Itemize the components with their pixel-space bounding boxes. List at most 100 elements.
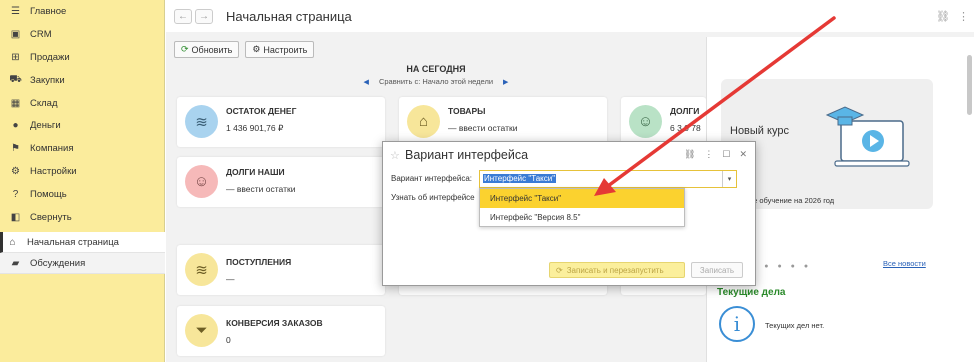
sidebar-item-label: Настройки — [30, 166, 77, 178]
sidebar-item-3[interactable]: ⛟ Закупки — [0, 69, 164, 92]
sidebar-item-6[interactable]: ⚑ Компания — [0, 137, 164, 160]
truck-icon: ⛟ — [9, 73, 22, 85]
basket-icon: ⊞ — [11, 51, 20, 63]
sidebar-item-8[interactable]: ? Помощь — [0, 183, 164, 206]
sidebar-item-0[interactable]: ☰ Главное — [0, 0, 164, 23]
compare-label[interactable]: Сравнить с: Начало этой недели — [379, 77, 493, 86]
page-header: ← → Начальная страница ⛓ ⋮ — [166, 0, 974, 32]
card-debts-theirs-title: ДОЛГИ — [670, 106, 700, 116]
interface-variant-field[interactable]: Интерфейс "Такси" ▾ — [479, 170, 737, 188]
card-conversion-title: КОНВЕРСИЯ ЗАКАЗОВ — [226, 318, 323, 328]
maximize-icon[interactable]: ☐ — [722, 149, 730, 160]
card-goods-title: ТОВАРЫ — [448, 106, 486, 116]
sidebar-item-9[interactable]: ◧ Свернуть — [0, 206, 164, 229]
coin-icon: ● — [12, 120, 19, 132]
chevron-down-icon[interactable]: ▾ — [722, 171, 736, 187]
menu-icon: ☰ — [11, 5, 20, 17]
refresh-button[interactable]: ⟳ Обновить — [174, 41, 240, 58]
refresh-icon: ⟳ — [181, 44, 189, 54]
sidebar-item-label: Помощь — [30, 189, 67, 201]
link-icon[interactable]: ⛓ — [684, 149, 695, 160]
no-tasks-text: Текущих дел нет. — [765, 321, 825, 330]
next-period-icon[interactable]: ▶ — [503, 79, 508, 86]
interface-options-list: Интерфейс "Такси" Интерфейс "Версия 8.5" — [479, 188, 685, 227]
scrollbar[interactable] — [967, 55, 972, 115]
card-debts-ours-title: ДОЛГИ НАШИ — [226, 167, 285, 177]
tag-icon: ⌂ — [407, 105, 440, 138]
promo-title: Новый курс — [730, 125, 789, 137]
sidebar-section-0[interactable]: ⌂ Начальная страница — [0, 232, 165, 253]
sidebar-item-label: Склад — [30, 97, 58, 109]
home-icon: ⌂ — [9, 236, 16, 248]
option-taxi[interactable]: Интерфейс "Такси" — [480, 189, 684, 208]
refresh-label: Обновить — [191, 44, 233, 55]
interface-variant-dialog: ☆ Вариант интерфейса ⛓ ⋮ ☐ ✕ Вариант инт… — [382, 141, 756, 286]
money-icon: ≋ — [185, 253, 218, 286]
link-icon[interactable]: ⛓ — [936, 10, 950, 23]
card-receipts-value: — — [226, 274, 235, 284]
sidebar-item-label: Продажи — [30, 51, 70, 63]
contacts-icon: ▣ — [10, 28, 21, 40]
card-conversion[interactable]: ⏷ КОНВЕРСИЯ ЗАКАЗОВ 0 — [177, 306, 385, 356]
card-receipts-title: ПОСТУПЛЕНИЯ — [226, 257, 292, 267]
forward-button[interactable]: → — [195, 9, 213, 24]
card-debts-ours[interactable]: ☺ ДОЛГИ НАШИ — ввести остатки — [177, 157, 385, 207]
card-debts-theirs-value: 6 3 0 78 — [670, 123, 701, 133]
sidebar-section-1[interactable]: ▰ Обсуждения — [0, 253, 165, 274]
save-restart-label: Записать и перезапустить — [566, 265, 664, 275]
sidebar-item-label: Главное — [30, 5, 67, 17]
hand-icon: ☺ — [629, 105, 662, 138]
tasks-title: Текущие дела — [717, 287, 786, 298]
back-button[interactable]: ← — [174, 9, 192, 24]
carousel-dots[interactable]: ●●●●● — [751, 263, 817, 270]
funnel-icon: ⏷ — [185, 314, 218, 347]
card-goods-value: — ввести остатки — [448, 123, 518, 133]
toolbar: ⟳ Обновить ⚙ Настроить — [174, 41, 315, 58]
collapse-icon: ◧ — [10, 211, 21, 223]
info-icon: i — [719, 306, 755, 342]
today-heading: НА СЕГОДНЯ — [406, 64, 466, 74]
sidebar-item-label: Компания — [30, 143, 74, 155]
card-cash[interactable]: ≋ ОСТАТОК ДЕНЕГ 1 436 901,76 ₽ — [177, 97, 385, 147]
close-icon[interactable]: ✕ — [739, 149, 747, 160]
card-conversion-value: 0 — [226, 335, 231, 345]
refresh-icon: ⟳ — [556, 265, 563, 275]
page-title: Начальная страница — [226, 9, 352, 24]
gear-icon: ⚙ — [11, 166, 20, 178]
star-icon[interactable]: ☆ — [390, 149, 400, 162]
sidebar-section-label: Обсуждения — [30, 257, 86, 269]
settings-button[interactable]: ⚙ Настроить — [245, 41, 315, 58]
card-goods[interactable]: ⌂ ТОВАРЫ — ввести остатки — [399, 97, 607, 147]
sidebar: ☰ Главное ▣ CRM ⊞ Продажи ⛟ Закупки ▦ Склад ● Деньг… — [0, 0, 165, 362]
sidebar-item-4[interactable]: ▦ Склад — [0, 92, 164, 115]
settings-label: Настроить — [263, 44, 308, 55]
option-version-85[interactable]: Интерфейс "Версия 8.5" — [480, 208, 684, 227]
all-news-link[interactable]: Все новости — [883, 259, 926, 268]
more-icon[interactable]: ⋮ — [704, 149, 713, 160]
gear-icon: ⚙ — [252, 44, 261, 54]
hand-icon: ☺ — [185, 165, 218, 198]
more-icon[interactable]: ⋮ — [958, 10, 969, 23]
save-button[interactable]: Записать — [691, 262, 743, 278]
interface-variant-label: Вариант интерфейса: — [391, 174, 472, 183]
sidebar-item-2[interactable]: ⊞ Продажи — [0, 46, 164, 69]
warehouse-icon: ▦ — [10, 97, 21, 109]
sidebar-item-1[interactable]: ▣ CRM — [0, 23, 164, 46]
sidebar-item-7[interactable]: ⚙ Настройки — [0, 160, 164, 183]
sidebar-item-5[interactable]: ● Деньги — [0, 114, 164, 137]
dialog-title: Вариант интерфейса — [405, 148, 529, 162]
card-debts-ours-value: — ввести остатки — [226, 184, 296, 194]
card-cash-value: 1 436 901,76 ₽ — [226, 123, 284, 133]
today-section: НА СЕГОДНЯ ◀ Сравнить с: Начало этой неде… — [166, 64, 706, 86]
about-interface-link[interactable]: Узнать об интерфейсе — [391, 193, 481, 202]
save-restart-button[interactable]: ⟳ Записать и перезапустить — [549, 262, 685, 278]
card-debts-theirs[interactable]: ☺ ДОЛГИ 6 3 0 78 — [621, 97, 706, 147]
flag-icon: ⚑ — [11, 143, 20, 155]
course-illustration-icon — [825, 106, 910, 167]
card-receipts[interactable]: ≋ ПОСТУПЛЕНИЯ — — [177, 245, 385, 295]
prev-period-icon[interactable]: ◀ — [364, 79, 369, 86]
sidebar-item-label: Закупки — [30, 74, 65, 86]
money-icon: ≋ — [185, 105, 218, 138]
sidebar-item-label: CRM — [30, 28, 52, 40]
help-icon: ? — [12, 189, 19, 201]
